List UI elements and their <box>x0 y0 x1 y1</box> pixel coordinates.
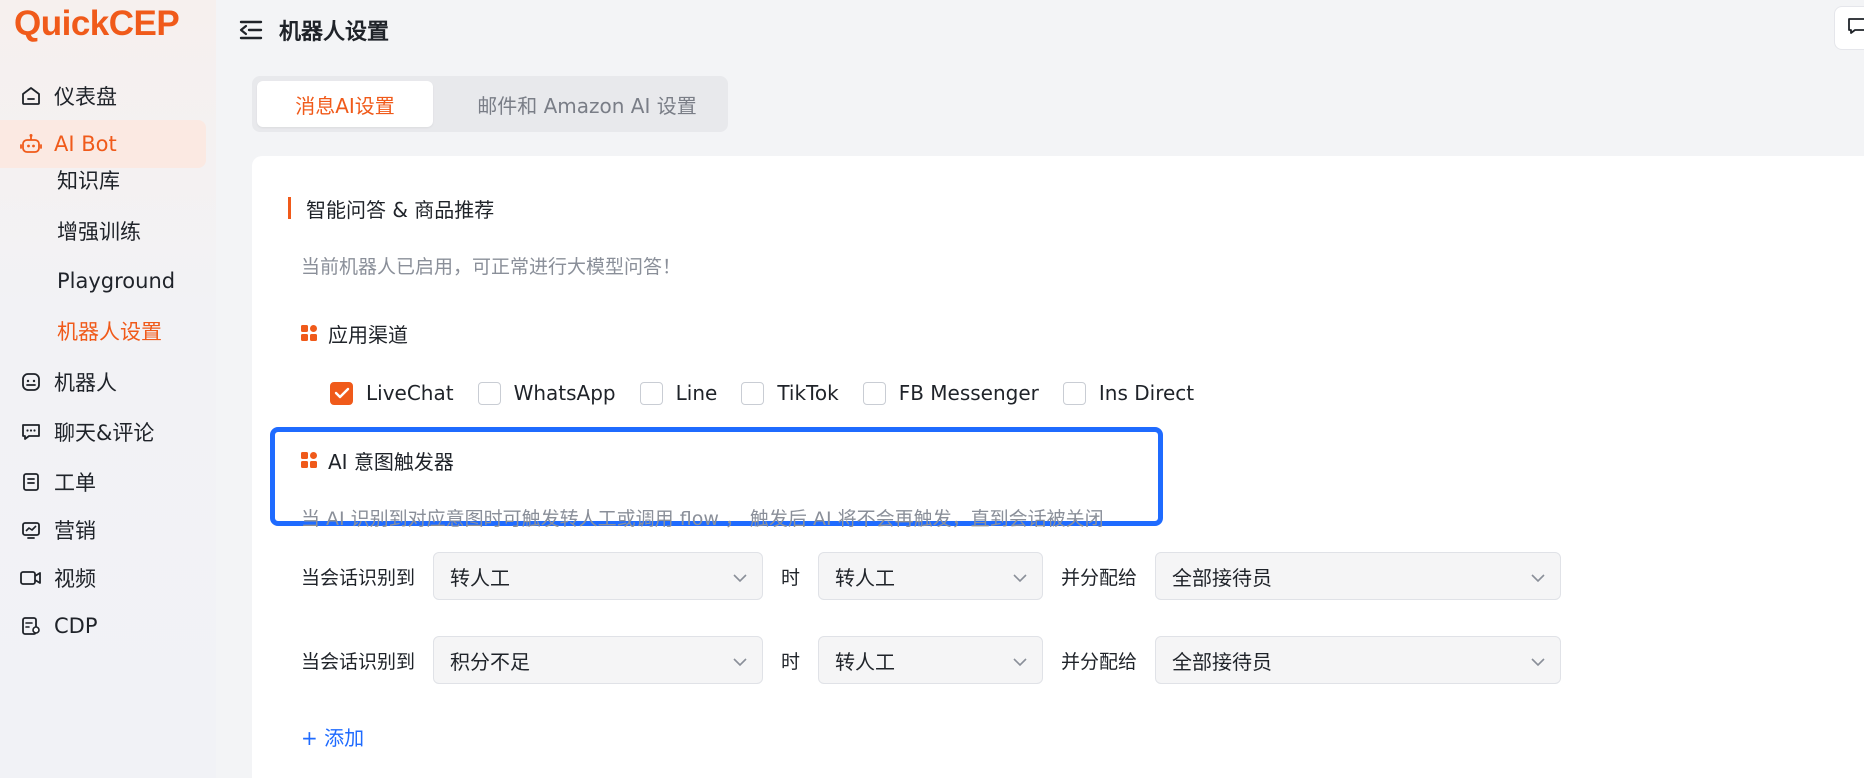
channel-line[interactable]: Line <box>639 381 718 405</box>
sidebar-item-tickets[interactable]: 工单 <box>0 458 206 506</box>
sidebar-item-label: 机器人 <box>54 371 117 395</box>
ticket-icon <box>18 469 44 495</box>
checkbox[interactable] <box>741 381 765 405</box>
sidebar-subitem-training[interactable]: 增强训练 <box>57 207 141 255</box>
section-description: 当前机器人已启用，可正常进行大模型问答！ <box>301 256 682 278</box>
chevron-down-icon <box>1530 648 1546 672</box>
top-header: 机器人设置 <box>216 0 1864 60</box>
chevron-down-icon <box>732 564 748 588</box>
video-icon <box>18 565 44 591</box>
assignee-select[interactable]: 全部接待员 <box>1155 552 1562 600</box>
home-icon <box>18 83 44 109</box>
checkbox[interactable] <box>862 381 886 405</box>
chat-icon <box>18 419 44 445</box>
checkbox[interactable] <box>330 381 353 405</box>
checkbox[interactable] <box>1062 381 1086 405</box>
app-logo[interactable]: QuickCEP <box>14 2 180 46</box>
sidebar-subitem-knowledge[interactable]: 知识库 <box>57 156 120 204</box>
sidebar-item-label: AI Bot <box>54 132 117 156</box>
section-accent-bar <box>288 197 291 219</box>
sidebar-item-dashboard[interactable]: 仪表盘 <box>0 72 206 120</box>
robot-icon <box>18 131 44 157</box>
intent-select-value: 转人工 <box>450 565 511 590</box>
message-icon <box>1847 16 1864 40</box>
tab-email-amazon-ai[interactable]: 邮件和 Amazon AI 设置 <box>452 81 722 127</box>
chevron-down-icon <box>732 648 748 672</box>
settings-card: 智能问答 & 商品推荐 当前机器人已启用，可正常进行大模型问答！ 应用渠道 Li… <box>252 156 1864 778</box>
rule-when: 时 <box>781 566 801 589</box>
channels-heading-text: 应用渠道 <box>328 322 408 347</box>
checkbox-label: Line <box>675 381 718 405</box>
bot-face-icon <box>18 369 44 395</box>
assignee-select-value: 全部接待员 <box>1172 565 1273 590</box>
sidebar-item-bots[interactable]: 机器人 <box>0 358 206 406</box>
sidebar-item-label: 营销 <box>54 519 96 543</box>
marketing-icon <box>18 517 44 543</box>
action-select[interactable]: 转人工 <box>818 636 1044 684</box>
message-button[interactable] <box>1834 6 1864 50</box>
action-select-value: 转人工 <box>835 649 896 674</box>
trigger-heading: AI 意图触发器 <box>301 446 454 474</box>
checkbox-label: TikTok <box>777 381 839 405</box>
checkbox[interactable] <box>477 381 501 405</box>
rule-prefix: 当会话识别到 <box>301 650 416 673</box>
trigger-heading-text: AI 意图触发器 <box>328 449 454 474</box>
intent-select[interactable]: 转人工 <box>433 552 764 600</box>
chevron-down-icon <box>1012 648 1028 672</box>
trigger-rule-row: 当会话识别到 转人工 时 转人工 并分配给 全部接待员 <box>301 552 1562 600</box>
trigger-description: 当 AI 识别到对应意图时可触发转人工或调用 flow ， 触发后 AI 将不会… <box>301 508 1104 530</box>
checkbox-label: LiveChat <box>366 381 454 405</box>
chevron-down-icon <box>1012 564 1028 588</box>
sidebar-item-chat[interactable]: 聊天&评论 <box>0 408 206 456</box>
channel-fb-messenger[interactable]: FB Messenger <box>862 381 1039 405</box>
checkbox[interactable] <box>639 381 663 405</box>
action-select[interactable]: 转人工 <box>818 552 1044 600</box>
checkbox-label: Ins Direct <box>1098 381 1195 405</box>
tab-message-ai[interactable]: 消息AI设置 <box>257 81 433 127</box>
checkbox-label: WhatsApp <box>513 381 616 405</box>
channel-livechat[interactable]: LiveChat <box>330 381 454 405</box>
section-title: 智能问答 & 商品推荐 <box>288 196 495 222</box>
channel-checkbox-group: LiveChat WhatsApp Line TikTok FB Messeng… <box>330 378 1218 408</box>
channel-ins-direct[interactable]: Ins Direct <box>1062 381 1195 405</box>
trigger-rule-row: 当会话识别到 积分不足 时 转人工 并分配给 全部接待员 <box>301 636 1562 684</box>
sidebar-item-label: 聊天&评论 <box>54 421 155 445</box>
menu-collapse-icon[interactable] <box>236 15 266 45</box>
settings-tabs: 消息AI设置 邮件和 Amazon AI 设置 <box>252 76 728 132</box>
checkbox-label: FB Messenger <box>898 381 1039 405</box>
sidebar-item-label: 工单 <box>54 471 96 495</box>
chevron-down-icon <box>1530 564 1546 588</box>
sidebar-subitem-playground[interactable]: Playground <box>57 257 175 305</box>
sidebar-item-label: 仪表盘 <box>54 85 117 109</box>
channels-heading: 应用渠道 <box>301 319 408 347</box>
grid-icon <box>301 452 317 468</box>
rule-assign-label: 并分配给 <box>1061 566 1138 589</box>
rule-prefix: 当会话识别到 <box>301 566 416 589</box>
channel-tiktok[interactable]: TikTok <box>741 381 839 405</box>
section-title-text: 智能问答 & 商品推荐 <box>306 197 495 222</box>
intent-select-value: 积分不足 <box>450 649 531 674</box>
grid-icon <box>301 325 317 341</box>
intent-select[interactable]: 积分不足 <box>433 636 764 684</box>
cdp-icon <box>18 613 44 639</box>
assignee-select-value: 全部接待员 <box>1172 649 1273 674</box>
sidebar-item-label: 视频 <box>54 567 96 591</box>
sidebar-item-marketing[interactable]: 营销 <box>0 506 206 554</box>
sidebar-subitem-bot-settings[interactable]: 机器人设置 <box>57 307 162 355</box>
sidebar-item-label: CDP <box>54 614 98 638</box>
sidebar-item-cdp[interactable]: CDP <box>0 602 206 650</box>
sidebar-item-video[interactable]: 视频 <box>0 554 206 602</box>
action-select-value: 转人工 <box>835 565 896 590</box>
add-rule-link[interactable]: + 添加 <box>301 722 364 751</box>
rule-assign-label: 并分配给 <box>1061 650 1138 673</box>
assignee-select[interactable]: 全部接待员 <box>1155 636 1562 684</box>
rule-when: 时 <box>781 650 801 673</box>
page-title: 机器人设置 <box>279 20 390 45</box>
sidebar: QuickCEP 仪表盘 AI Bot 知识库 增强训练 Playground … <box>0 0 216 778</box>
channel-whatsapp[interactable]: WhatsApp <box>477 381 616 405</box>
